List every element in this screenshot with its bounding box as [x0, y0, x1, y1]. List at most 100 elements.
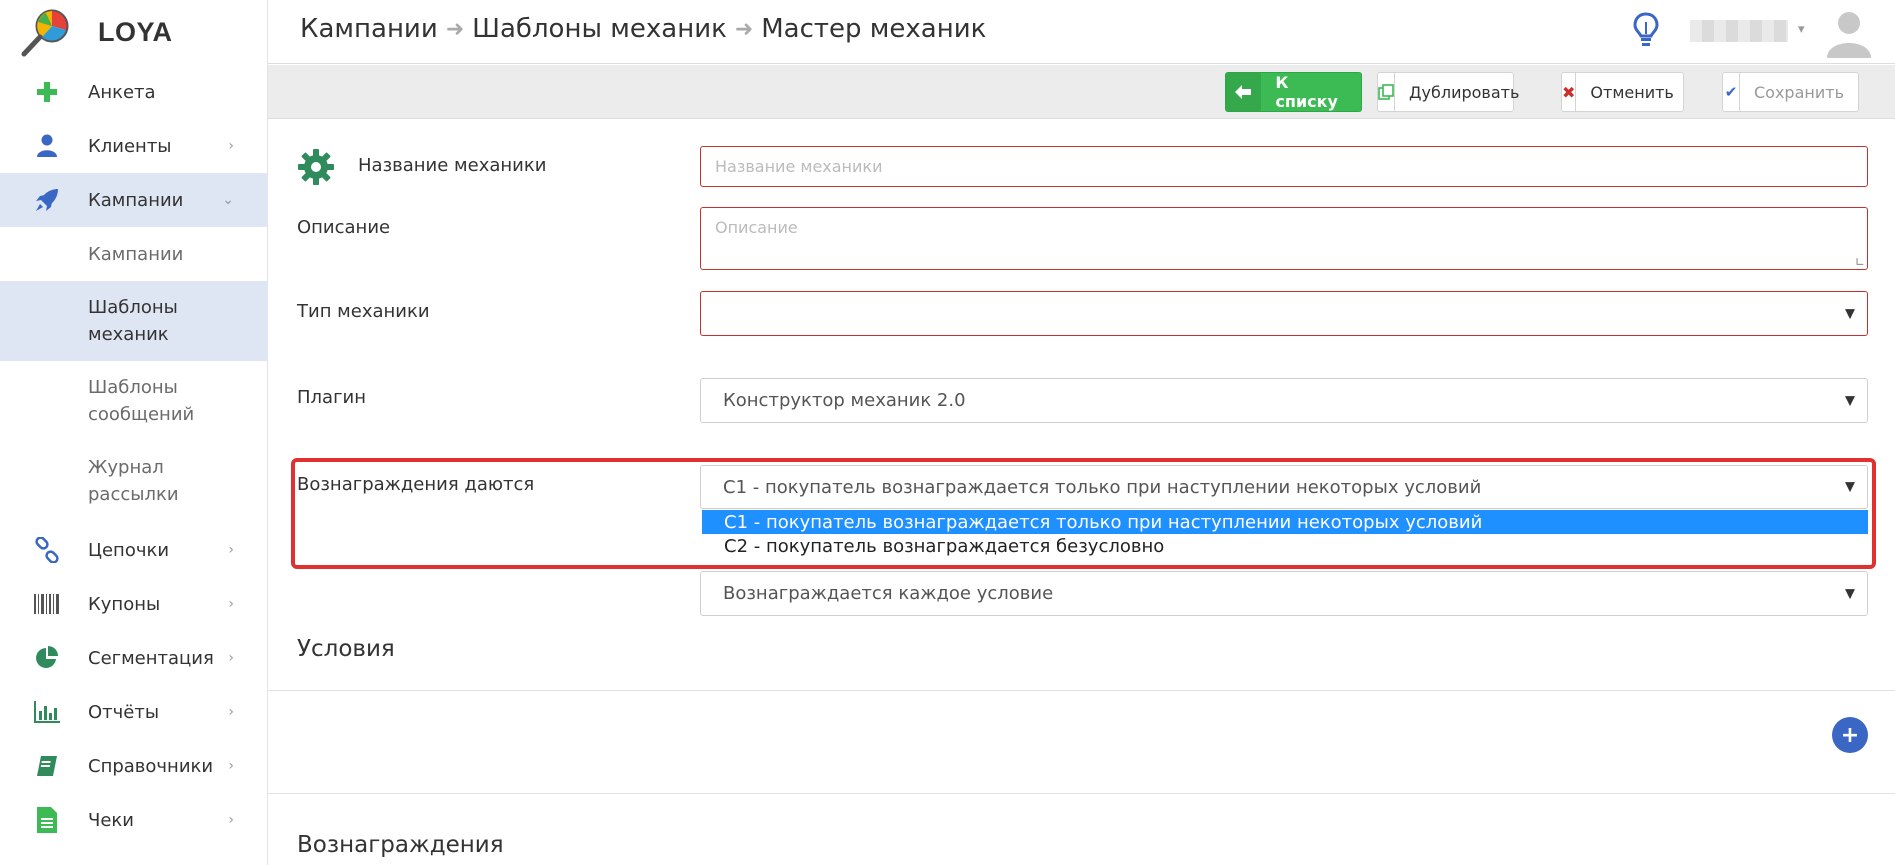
sidebar-item-coupons[interactable]: Купоны ›	[0, 577, 268, 631]
sidebar-subitem-campaigns[interactable]: Кампании	[0, 227, 268, 281]
lightbulb-icon[interactable]	[1633, 12, 1659, 52]
rewards-given-value: C1 - покупатель вознаграждается только п…	[723, 476, 1482, 498]
pie-icon	[32, 643, 62, 673]
sidebar-item-reports[interactable]: Отчёты ›	[0, 685, 268, 739]
back-to-list-button[interactable]: К списку	[1225, 72, 1362, 112]
dropdown-option-c1[interactable]: C1 - покупатель вознаграждается только п…	[702, 510, 1868, 534]
sidebar-item-label: Анкета	[88, 81, 156, 103]
sidebar-subitem-label: Шаблоны сообщений	[88, 377, 195, 425]
back-to-list-label: К списку	[1275, 73, 1338, 111]
sidebar-item-label: Кампании	[88, 189, 184, 211]
rewards-given-label: Вознаграждения даются	[297, 474, 535, 495]
sidebar-item-label: Купоны	[88, 593, 161, 615]
description-label: Описание	[297, 217, 391, 238]
breadcrumb-campaigns[interactable]: Кампании	[300, 14, 438, 44]
divider	[268, 793, 1895, 794]
sidebar-item-label: Отчёты	[88, 701, 160, 723]
mechanic-name-label: Название механики	[358, 155, 547, 176]
sidebar-subitem-label: Журнал рассылки	[88, 457, 179, 505]
reward-mode-select[interactable]: Вознаграждается каждое условие ▼	[700, 571, 1868, 616]
user-name-blurred[interactable]	[1690, 20, 1788, 42]
plugin-value: Конструктор механик 2.0	[723, 390, 966, 411]
plus-icon	[32, 77, 62, 107]
action-toolbar: К списку Дублировать ✖ Отменить ✔ Сохран…	[268, 65, 1895, 119]
chevron-right-icon: ›	[228, 812, 234, 828]
dropdown-arrow-icon: ▼	[1845, 586, 1855, 601]
sidebar-item-chains[interactable]: Цепочки ›	[0, 523, 268, 577]
dropdown-option-c2[interactable]: C2 - покупатель вознаграждается безуслов…	[702, 534, 1868, 558]
avatar[interactable]	[1823, 6, 1875, 58]
add-condition-button[interactable]: +	[1832, 717, 1868, 753]
chain-icon	[32, 535, 62, 565]
chevron-right-icon: ›	[228, 758, 234, 774]
barcode-icon	[32, 589, 62, 619]
rewards-given-select[interactable]: C1 - покупатель вознаграждается только п…	[700, 465, 1868, 509]
chevron-right-icon: ›	[228, 650, 234, 666]
arrow-right-icon: ➜	[445, 16, 465, 42]
chevron-right-icon: ›	[228, 596, 234, 612]
sidebar-item-label: Чеки	[88, 809, 134, 831]
plus-icon: +	[1840, 722, 1860, 748]
description-placeholder: Описание	[715, 218, 798, 237]
sidebar-item-label: Клиенты	[88, 135, 172, 157]
mechanic-name-placeholder: Название механики	[715, 157, 883, 176]
plugin-label: Плагин	[297, 387, 366, 408]
mechanic-type-select[interactable]: ▼	[700, 291, 1868, 336]
duplicate-button[interactable]: Дублировать	[1377, 72, 1519, 112]
top-header: Кампании ➜ Шаблоны механик ➜ Мастер меха…	[268, 0, 1895, 64]
sidebar-subitem-label: Кампании	[88, 243, 184, 265]
sidebar-subitem-message-templates[interactable]: Шаблоны сообщений	[0, 361, 268, 441]
mechanic-name-input[interactable]: Название механики	[700, 146, 1868, 187]
mechanic-type-label: Тип механики	[297, 301, 430, 322]
save-button[interactable]: ✔ Сохранить	[1722, 72, 1859, 112]
sidebar-item-directories[interactable]: Справочники ›	[0, 739, 268, 793]
sidebar-item-clients[interactable]: Клиенты ›	[0, 119, 268, 173]
plugin-select[interactable]: Конструктор механик 2.0 ▼	[700, 378, 1868, 423]
logo-text: LOYA	[98, 16, 173, 47]
chevron-right-icon: ›	[228, 138, 234, 154]
close-icon: ✖	[1562, 73, 1577, 111]
sidebar-item-campaigns[interactable]: Кампании ⌄	[0, 173, 268, 227]
sidebar: LOYA Анкета Клиенты › Кампании ⌄ Кампани…	[0, 0, 268, 865]
copy-icon	[1378, 73, 1395, 111]
arrow-left-icon	[1226, 73, 1262, 111]
chevron-right-icon: ›	[228, 704, 234, 720]
breadcrumb-mechanic-wizard: Мастер механик	[761, 14, 987, 44]
receipt-icon	[32, 805, 62, 835]
bar-chart-icon	[32, 697, 62, 727]
chevron-right-icon: ›	[228, 542, 234, 558]
dropdown-arrow-icon: ▼	[1845, 306, 1855, 321]
book-icon	[32, 751, 62, 781]
reward-mode-value: Вознаграждается каждое условие	[723, 583, 1054, 604]
sidebar-item-label: Цепочки	[88, 539, 170, 561]
dropdown-arrow-icon: ▼	[1845, 479, 1855, 495]
cancel-label: Отменить	[1590, 82, 1674, 102]
cancel-button[interactable]: ✖ Отменить	[1561, 72, 1684, 112]
sidebar-item-receipts[interactable]: Чеки ›	[0, 793, 268, 847]
sidebar-item-survey[interactable]: Анкета	[0, 65, 268, 119]
rocket-icon	[32, 185, 62, 215]
description-textarea[interactable]: Описание ∟	[700, 207, 1868, 270]
arrow-right-icon: ➜	[734, 16, 754, 42]
gear-icon	[297, 148, 335, 190]
logo[interactable]: LOYA	[0, 0, 267, 64]
sidebar-item-label: Сегментация	[88, 647, 214, 669]
chevron-down-icon: ⌄	[222, 192, 234, 208]
divider	[268, 690, 1895, 691]
sidebar-subitem-mechanic-templates[interactable]: Шаблоны механик	[0, 281, 268, 361]
dropdown-arrow-icon: ▼	[1845, 393, 1855, 408]
sidebar-item-label: Справочники	[88, 755, 214, 777]
sidebar-item-segmentation[interactable]: Сегментация ›	[0, 631, 268, 685]
breadcrumb-mechanic-templates[interactable]: Шаблоны механик	[472, 14, 727, 44]
logo-icon	[21, 9, 69, 57]
save-label: Сохранить	[1754, 82, 1844, 102]
resize-handle-icon[interactable]: ∟	[1855, 255, 1865, 269]
sidebar-subitem-label: Шаблоны механик	[88, 297, 178, 345]
sidebar-subitem-mailing-log[interactable]: Журнал рассылки	[0, 441, 268, 521]
conditions-section-title: Условия	[297, 636, 395, 662]
check-icon: ✔	[1723, 73, 1740, 111]
caret-down-icon[interactable]: ▾	[1798, 22, 1805, 37]
rewards-given-dropdown: C1 - покупатель вознаграждается только п…	[702, 510, 1868, 558]
user-icon	[32, 131, 62, 161]
duplicate-label: Дублировать	[1409, 82, 1520, 102]
